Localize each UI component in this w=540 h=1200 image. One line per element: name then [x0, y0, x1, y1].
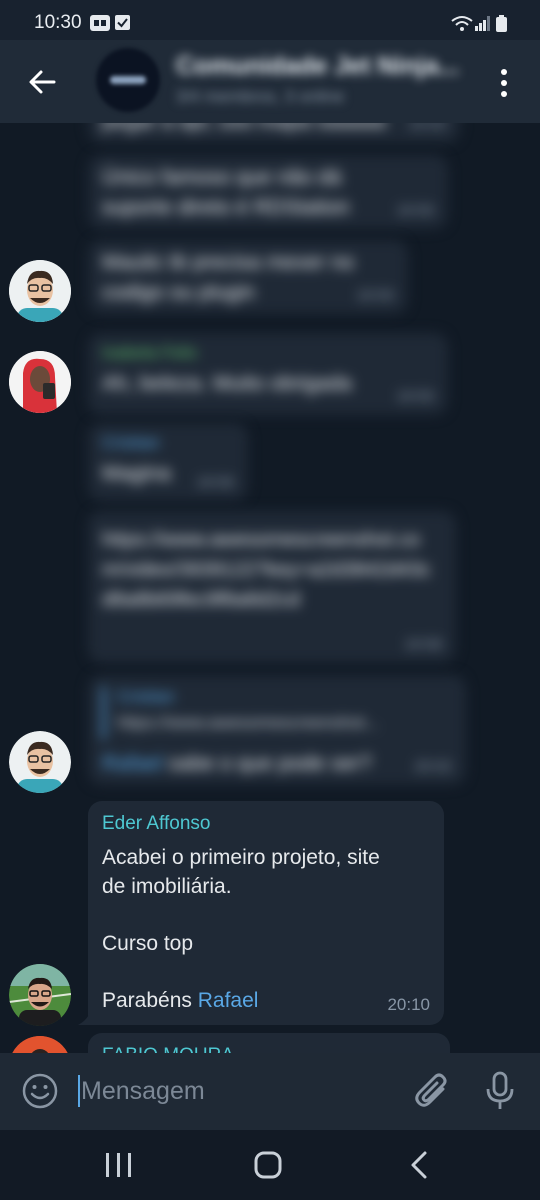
group-subtitle: 3/4 membros, 3 online [176, 87, 345, 106]
message-time: 19:56 [196, 474, 234, 491]
message-sender: Eder Affonso [102, 813, 211, 834]
message-text: Ah, beleza. Muito obrigada [102, 372, 352, 395]
message-bubble[interactable]: Mautic tb precisa mexer no codigo ou plu… [88, 240, 408, 314]
user-avatar[interactable] [9, 351, 71, 413]
status-bar: 10:30 [0, 0, 540, 40]
message-time: 19:50 [396, 388, 434, 405]
more-options-icon[interactable] [498, 68, 510, 98]
message-time: 19:50 [408, 123, 446, 133]
message-sender: FABIO MOURA [102, 1045, 234, 1053]
quote-text: https://www.awesomescreenshot... [117, 713, 379, 732]
home-icon[interactable] [251, 1150, 285, 1180]
message-text-line: Acabei o primeiro projeto, site [102, 846, 380, 869]
group-avatar[interactable] [96, 48, 160, 112]
message-link[interactable]: https://www.awesomescreenshot.com/video/… [102, 525, 437, 615]
user-avatar[interactable] [9, 260, 71, 322]
recent-apps-icon[interactable] [102, 1150, 136, 1180]
emoji-icon[interactable] [21, 1072, 59, 1110]
message-bubble[interactable]: Isabela Felix Ah, beleza. Muito obrigada… [88, 333, 448, 415]
message-sender: Isabela Felix [102, 343, 198, 362]
message-input-bar: Mensagem [0, 1053, 540, 1130]
mention-link[interactable]: Rafael [198, 989, 259, 1012]
message-bubble[interactable]: Único famoso que não dá suporte direto é… [88, 155, 448, 229]
message-text-line: de imobiliária. [102, 875, 232, 898]
reply-quote[interactable]: Cristian https://www.awesomescreenshot..… [102, 687, 457, 739]
message-sender: Cristian [102, 433, 160, 452]
notification-icon [90, 15, 110, 31]
back-arrow-icon[interactable] [26, 66, 58, 98]
status-time: 10:30 [34, 12, 82, 33]
chat-header: Comunidade Jet Ninja... 3/4 membros, 3 o… [0, 40, 540, 123]
message-bubble[interactable]: Cristian https://www.awesomescreenshot..… [88, 675, 466, 785]
battery-icon [496, 15, 507, 32]
message-text: Parabéns [102, 989, 198, 1012]
message-text: pegar a api, uso mapa saaaaa [102, 123, 386, 137]
message-text-line: Curso top [102, 932, 194, 955]
attach-icon[interactable] [413, 1071, 451, 1111]
message-text: Único famoso que não dá suporte direto é… [102, 166, 350, 219]
message-bubble[interactable]: Eder Affonso Acabei o primeiro projeto, … [88, 801, 444, 1025]
system-nav-bar [0, 1130, 540, 1200]
bubble-tail [78, 1013, 90, 1025]
message-time: 19:50 [396, 202, 434, 219]
message-time: 19:50 [356, 287, 394, 304]
mention-link[interactable]: Rafael [102, 752, 163, 775]
message-text: sabe o que pode ser? [168, 752, 372, 775]
message-text: Magina [102, 462, 171, 485]
message-text: Mautic tb precisa mexer no codigo ou plu… [102, 251, 355, 304]
signal-icon [475, 16, 490, 31]
wifi-icon [451, 16, 473, 31]
user-avatar[interactable] [9, 964, 71, 1026]
message-time: 20:02 [414, 758, 452, 775]
quote-sender: Cristian [117, 687, 175, 706]
group-title[interactable]: Comunidade Jet Ninja... [176, 52, 459, 81]
message-bubble[interactable]: pegar a api, uso mapa saaaaa 19:50 [88, 123, 460, 143]
message-bubble[interactable]: Cristian Magina 19:56 [88, 423, 248, 501]
message-bubble[interactable]: FABIO MOURA [88, 1033, 450, 1053]
text-cursor [78, 1075, 80, 1107]
message-bubble[interactable]: https://www.awesomescreenshot.com/video/… [88, 511, 456, 663]
message-time: 19:58 [404, 636, 442, 653]
check-icon [115, 15, 130, 30]
back-nav-icon[interactable] [403, 1150, 437, 1180]
chat-area[interactable]: pegar a api, uso mapa saaaaa 19:50 Único… [0, 123, 540, 1053]
microphone-icon[interactable] [484, 1071, 516, 1111]
message-time: 20:10 [387, 995, 430, 1014]
user-avatar[interactable] [9, 1036, 71, 1053]
message-input[interactable]: Mensagem [81, 1077, 205, 1106]
user-avatar[interactable] [9, 731, 71, 793]
